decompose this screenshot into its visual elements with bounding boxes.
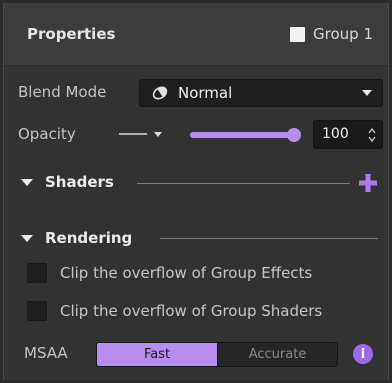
opacity-slider-handle[interactable] (287, 128, 301, 142)
add-shader-button[interactable] (359, 174, 377, 192)
clip-shaders-option[interactable]: Clip the overflow of Group Shaders (27, 301, 322, 321)
panel-header: Properties Group 1 (4, 3, 388, 66)
clip-shaders-label: Clip the overflow of Group Shaders (60, 302, 323, 320)
clip-effects-option[interactable]: Clip the overflow of Group Effects (27, 263, 312, 283)
expand-triangle-icon (21, 234, 33, 242)
clip-effects-checkbox[interactable] (27, 263, 47, 283)
chevron-down-icon (362, 90, 372, 96)
blend-mode-value: Normal (178, 84, 233, 102)
group-toggle[interactable]: Group 1 (290, 25, 373, 43)
panel-title: Properties (27, 25, 116, 43)
shaders-section-title: Shaders (45, 173, 114, 191)
properties-panel: Properties Group 1 Blend Mode Normal Opa… (3, 3, 389, 380)
msaa-segmented-control[interactable]: Fast Accurate (96, 342, 338, 367)
msaa-label: MSAA (24, 344, 68, 362)
msaa-option-accurate[interactable]: Accurate (217, 343, 337, 366)
rendering-section-title: Rendering (45, 229, 133, 247)
shaders-section-header[interactable]: Shaders (21, 173, 114, 191)
msaa-option-fast[interactable]: Fast (97, 343, 217, 366)
blend-mode-icon (152, 86, 168, 100)
group-checkbox[interactable] (290, 26, 306, 42)
rendering-section-header[interactable]: Rendering (21, 229, 132, 247)
expand-triangle-icon (21, 178, 33, 186)
opacity-slider-track[interactable] (190, 132, 296, 138)
blend-mode-label: Blend Mode (18, 83, 107, 101)
info-icon[interactable]: i (353, 344, 373, 364)
clip-shaders-checkbox[interactable] (27, 301, 47, 321)
clip-effects-label: Clip the overflow of Group Effects (60, 264, 313, 282)
stroke-style-dropdown[interactable] (119, 128, 165, 142)
blend-mode-select[interactable]: Normal (139, 79, 383, 107)
spinner-arrows-icon[interactable] (368, 127, 376, 143)
section-divider (160, 238, 378, 239)
opacity-value[interactable]: 100 (322, 126, 349, 142)
opacity-number-field[interactable]: 100 (313, 120, 383, 149)
chevron-down-icon (154, 132, 162, 137)
group-label: Group 1 (313, 25, 373, 43)
opacity-label: Opacity (18, 125, 76, 143)
section-divider (137, 183, 350, 184)
